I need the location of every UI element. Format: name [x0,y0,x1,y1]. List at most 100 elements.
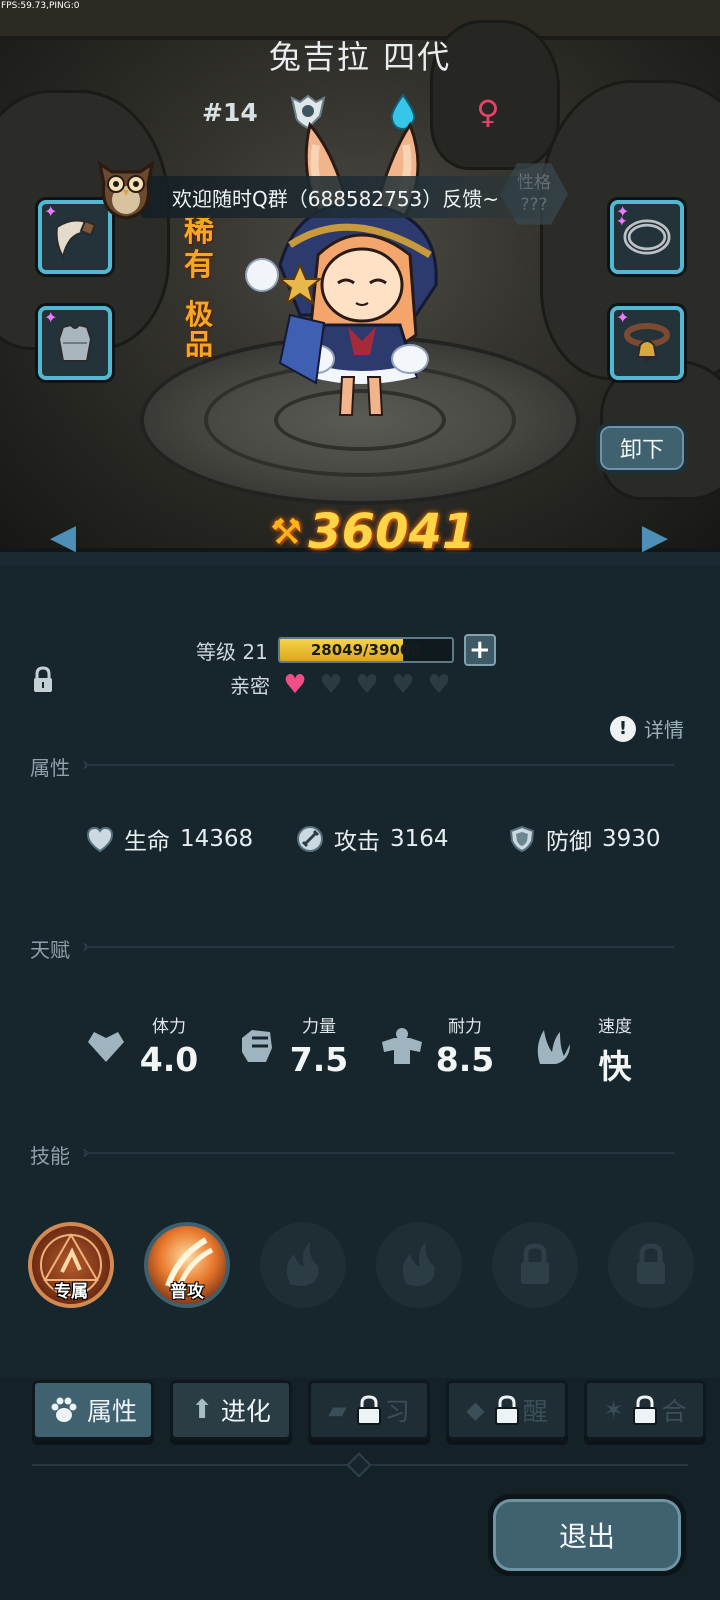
tab-learn-label: 习 [384,1397,410,1426]
talent-endurance: 耐力 8.5 [380,1012,510,1082]
tab-evolve-label: 进化 [220,1397,271,1426]
hero-character[interactable] [240,115,480,425]
talent-endurance-value: 8.5 [435,1040,495,1079]
intimacy-heart-icon: ♥ [391,669,415,700]
heart-shield-icon [86,826,114,853]
talent-stamina: 体力 4.0 [84,1012,214,1082]
beast-head-icon: ◆ [466,1396,485,1424]
skill-slot-locked[interactable] [492,1222,578,1308]
hero-name: 兔吉拉 四代 [268,38,452,76]
stat-hp: 生命 14368 [86,822,253,856]
muscle-icon [382,1028,422,1064]
combat-power-value: 36041 [308,504,476,560]
intimacy-label: 亲密 [230,674,270,698]
talent-speed-label: 速度 [598,1017,632,1037]
tab-awaken-label: 醒 [522,1397,548,1426]
info-exclamation-icon: ! [610,715,636,742]
intimacy-heart-icon: ♥ [283,669,307,700]
fps-counter: FPS:59.73,PING:0 [1,1,80,11]
intimacy-heart-icon: ♥ [427,669,451,700]
star-sparkle-icon: ✦ [616,308,630,327]
level-up-plus-button[interactable]: + [463,634,496,666]
level-label: 等级 21 [196,639,268,664]
wing-icon [537,1030,570,1064]
section-attributes: 属性 [30,756,70,780]
owl-mascot-icon [97,160,155,220]
stat-attack-label: 攻击 [334,829,380,855]
tab-attributes[interactable]: 属性 [32,1380,154,1440]
lock-icon [637,1243,665,1284]
stat-hp-value: 14368 [180,826,254,852]
intimacy-heart-icon: ♥ [355,669,379,700]
shield-icon [509,825,535,853]
previous-hero-arrow-icon[interactable]: ◀ [48,517,78,557]
fist-icon [242,1030,272,1062]
skill-slot-empty[interactable] [260,1222,346,1308]
unequip-button[interactable]: 卸下 [596,422,688,474]
flame-placeholder-icon [286,1242,319,1286]
fusion-icon: ✶ [603,1396,624,1424]
rarity-tag: 稀有 [184,214,214,283]
skill-exclusive-label: 专属 [54,1282,88,1302]
detail-link[interactable]: ! 详情 [610,714,684,743]
exit-button[interactable]: 退出 [488,1494,686,1576]
heart-icon [88,1032,124,1062]
tab-evolve[interactable]: ⬆ 进化 [170,1380,292,1440]
tab-awaken[interactable]: ◆ 醒 [446,1380,568,1440]
star-sparkle-icon: ✦ [44,202,58,221]
skill-normal-attack-label: 普攻 [170,1282,204,1302]
section-divider [84,1152,674,1154]
section-divider [84,946,674,948]
sword-icon [297,826,323,852]
stat-defense-value: 3930 [602,826,661,852]
lock-icon [633,1395,657,1425]
bell-collar-icon [624,323,670,362]
lock-icon [521,1243,549,1284]
lock-icon [495,1395,519,1425]
lock-icon[interactable] [32,666,54,694]
flame-placeholder-icon [402,1242,435,1286]
intimacy-heart-icon: ♥ [319,669,343,700]
combat-power: ⚒ 36041 [270,502,475,562]
stat-attack: 攻击 3164 [296,822,449,856]
talent-strength-value: 7.5 [289,1040,349,1079]
talent-stamina-value: 4.0 [139,1040,199,1079]
tab-learn[interactable]: ▰ 习 [308,1380,430,1440]
talent-strength: 力量 7.5 [234,1012,364,1082]
section-divider [84,764,674,766]
equip-slot-right-1[interactable]: ✦ ✦ [610,200,684,274]
grade-tag: 极品 [184,298,213,361]
power-hammer-icon: ⚒ [270,511,303,553]
paw-icon [51,1397,77,1422]
vest-icon [57,323,93,362]
stat-attack-value: 3164 [390,826,449,852]
exp-bar: 28049/39000 [277,637,454,663]
talent-endurance-label: 耐力 [448,1017,482,1037]
equip-slot-right-2[interactable]: ✦ [610,306,684,380]
section-skills: 技能 [30,1144,70,1168]
tab-fuse[interactable]: ✶ 合 [584,1380,706,1440]
ring-icon [623,219,671,255]
skill-slot-locked[interactable] [608,1222,694,1308]
skill-normal-attack[interactable]: 普攻 [144,1222,230,1308]
notice-banner[interactable]: 欢迎随时Q群（688582753）反馈~ [140,176,560,218]
equip-slot-left-2[interactable]: ✦ [38,306,112,380]
up-arrow-icon: ⬆ [191,1395,213,1425]
book-icon: ▰ [328,1396,347,1424]
stat-defense-label: 防御 [546,829,592,855]
level-row: 等级 21 28049/39000 + [196,634,496,666]
section-talent: 天赋 [30,938,70,962]
skill-slot-empty[interactable] [376,1222,462,1308]
exit-button-label: 退出 [493,1499,681,1571]
skill-exclusive[interactable]: 专属 [28,1222,114,1308]
star-sparkle-icon: ✦ [616,214,628,230]
detail-label: 详情 [644,718,684,742]
talent-strength-label: 力量 [302,1017,336,1037]
stat-defense: 防御 3930 [508,822,661,856]
notice-text: 欢迎随时Q群（688582753）反馈~ [172,186,500,211]
intimacy-row: 亲密 ♥ ♥ ♥ ♥ ♥ [230,669,454,700]
talent-speed: 速度 快 [530,1012,660,1086]
next-hero-arrow-icon[interactable]: ▶ [640,517,670,557]
talent-speed-value: 快 [598,1047,632,1086]
talent-stamina-label: 体力 [152,1017,186,1037]
